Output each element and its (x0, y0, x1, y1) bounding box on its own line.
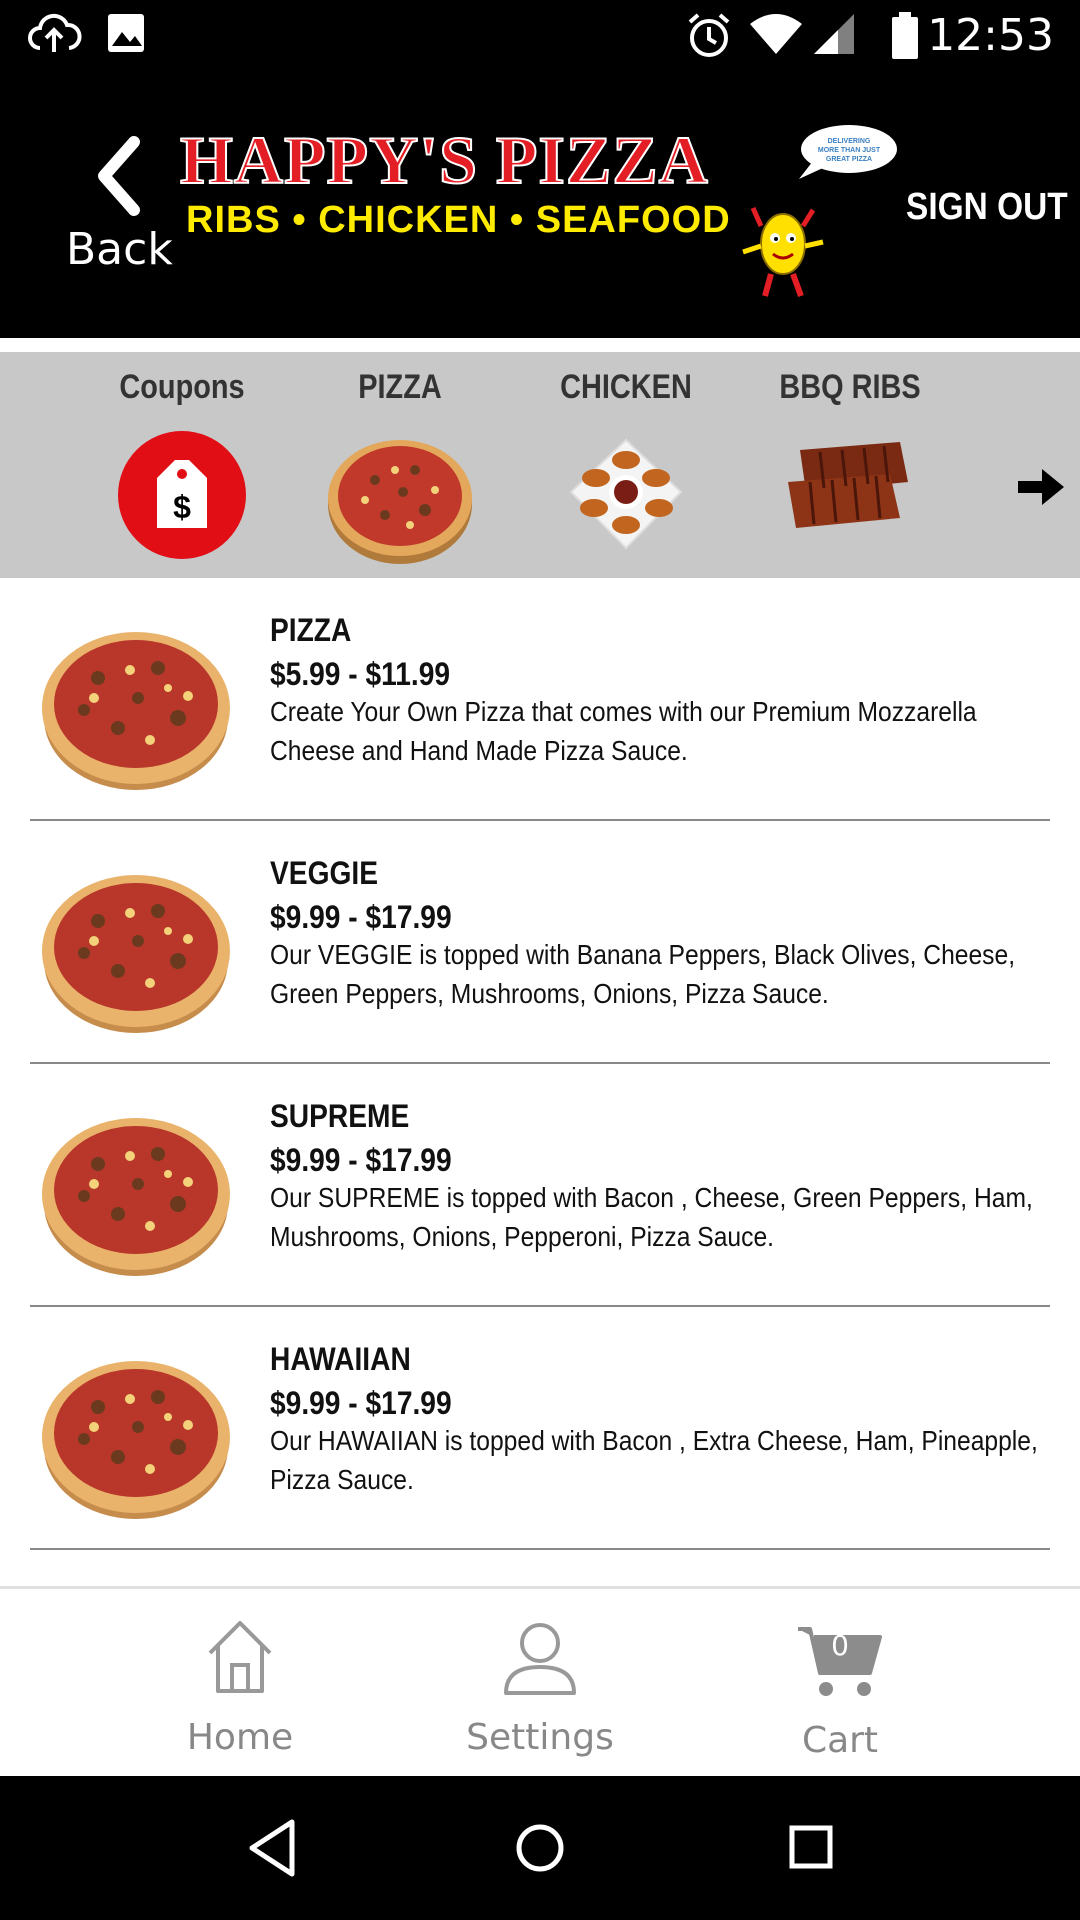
wifi-icon (750, 14, 802, 54)
menu-item-price: $5.99 - $11.99 (270, 656, 451, 692)
svg-text:MORE THAN JUST: MORE THAN JUST (818, 147, 881, 154)
category-pizza[interactable]: PIZZA (310, 360, 490, 570)
menu-list: PIZZA $5.99 - $11.99 Create Your Own Piz… (0, 578, 1080, 1586)
menu-item-description: Our HAWAIIAN is topped with Bacon , Extr… (270, 1425, 1038, 1495)
category-bbq-ribs[interactable]: BBQ RIBS (760, 360, 940, 570)
logo-subtitle: RIBS • CHICKEN • SEAFOOD (186, 199, 731, 241)
nav-recents-icon[interactable] (784, 1816, 840, 1880)
pizza-image (328, 440, 472, 564)
sign-out-button[interactable]: SIGN OUT (906, 186, 1068, 229)
ribs-image (788, 442, 908, 528)
status-bar: 12:53 (0, 0, 1080, 76)
pizza-image (42, 875, 230, 1033)
pizza-image (42, 1361, 230, 1519)
menu-item[interactable]: HAWAIIAN $9.99 - $17.99 Our HAWAIIAN is … (0, 1307, 1080, 1550)
cell-signal-icon (814, 14, 854, 54)
image-icon (108, 14, 144, 52)
menu-item[interactable]: PIZZA $5.99 - $11.99 Create Your Own Piz… (0, 578, 1080, 821)
back-label: Back (66, 224, 173, 275)
menu-item[interactable]: VEGGIE $9.99 - $17.99 Our VEGGIE is topp… (0, 821, 1080, 1064)
cart-count-badge: 0 (831, 1629, 849, 1662)
svg-text:GREAT PIZZA: GREAT PIZZA (826, 156, 872, 163)
tab-cart[interactable]: 0 Cart (730, 1589, 950, 1779)
menu-item-description: Our VEGGIE is topped with Banana Peppers… (270, 939, 1016, 1009)
menu-item-price: $9.99 - $17.99 (270, 1385, 452, 1421)
tab-settings[interactable]: Settings (430, 1589, 650, 1779)
menu-item-name: PIZZA (270, 612, 352, 648)
menu-item-name: SUPREME (270, 1098, 410, 1134)
nav-home-icon[interactable] (510, 1816, 570, 1880)
menu-item[interactable]: SUPREME $9.99 - $17.99 Our SUPREME is to… (0, 1064, 1080, 1307)
category-bar: Coupons $ PIZZA CHICKEN BBQ RIBS (0, 352, 1080, 578)
tab-label: Cart (801, 1720, 879, 1761)
category-label: PIZZA (358, 368, 442, 406)
category-coupons[interactable]: Coupons $ (92, 360, 272, 570)
tab-label: Home (186, 1717, 294, 1758)
menu-item-price: $9.99 - $17.99 (270, 899, 452, 935)
category-chicken[interactable]: CHICKEN (536, 360, 716, 570)
status-time: 12:53 (927, 10, 1054, 61)
divider (30, 1548, 1050, 1550)
category-label: CHICKEN (560, 368, 692, 406)
category-label: BBQ RIBS (779, 368, 921, 406)
tab-home[interactable]: Home (130, 1589, 350, 1779)
alarm-icon (688, 13, 730, 57)
speech-bubble-icon: DELIVERING MORE THAN JUST GREAT PIZZA (799, 125, 897, 179)
coupon-tag-icon: $ (118, 431, 246, 559)
menu-item-name: HAWAIIAN (270, 1341, 411, 1377)
cloud-upload-icon (28, 13, 82, 52)
app-header: Back HAPPY'S PIZZA RIBS • CHICKEN • SEAF… (0, 76, 1080, 338)
chicken-wings-image (569, 438, 683, 550)
menu-item-description: Create Your Own Pizza that comes with ou… (270, 696, 977, 766)
home-icon (208, 1621, 272, 1693)
battery-icon (892, 12, 918, 59)
chevron-left-icon (98, 136, 140, 216)
category-label: Coupons (119, 368, 245, 406)
pizza-image (42, 632, 230, 790)
bottom-tab-bar: Home Settings 0 Cart (0, 1586, 1080, 1779)
person-icon (504, 1623, 576, 1695)
nav-back-icon[interactable] (244, 1816, 300, 1880)
arrow-right-icon[interactable] (1016, 467, 1066, 507)
menu-item-name: VEGGIE (270, 855, 378, 891)
back-button[interactable]: Back (60, 136, 190, 286)
pizza-image (42, 1118, 230, 1276)
tab-label: Settings (466, 1717, 614, 1758)
android-navigation-bar (0, 1776, 1080, 1920)
menu-item-description: Our SUPREME is topped with Bacon , Chees… (270, 1182, 1033, 1252)
mascot-icon (742, 206, 824, 298)
svg-text:DELIVERING: DELIVERING (828, 138, 871, 145)
logo-title: HAPPY'S PIZZA (179, 121, 709, 199)
svg-text:$: $ (173, 489, 191, 525)
menu-item-price: $9.99 - $17.99 (270, 1142, 452, 1178)
